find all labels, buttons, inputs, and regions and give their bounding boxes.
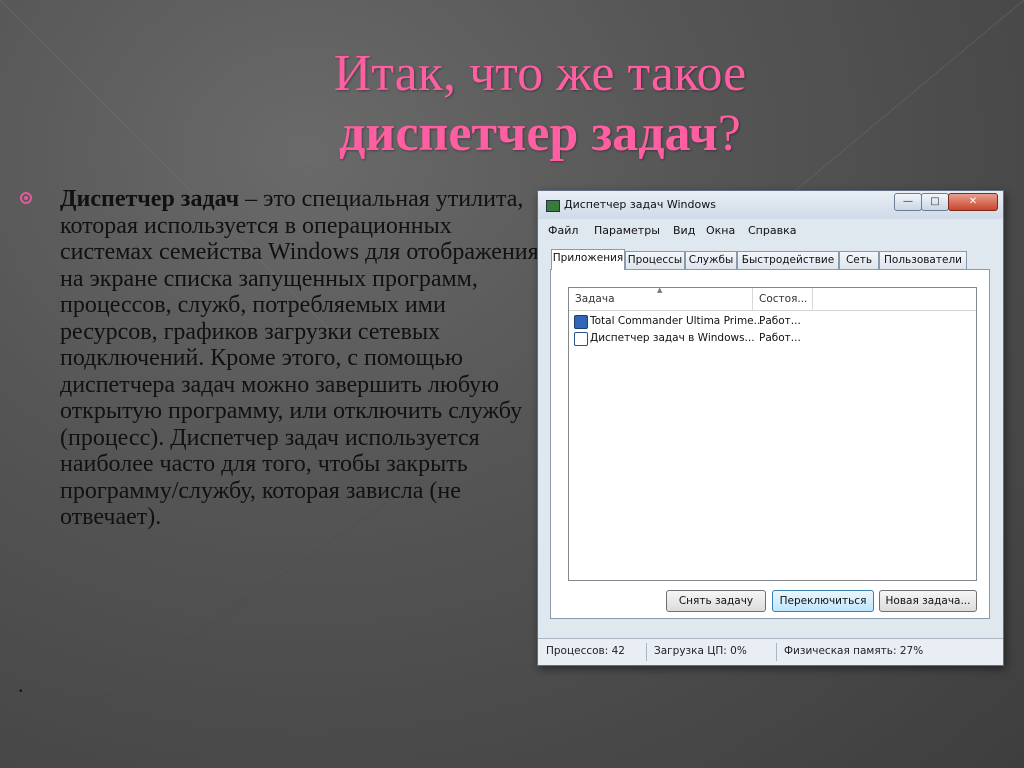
document-icon	[574, 332, 588, 346]
switch-to-button[interactable]: Переключиться	[772, 590, 874, 612]
end-task-button[interactable]: Снять задачу	[666, 590, 766, 612]
tab-network[interactable]: Сеть	[839, 251, 879, 269]
minimize-button[interactable]: —	[894, 193, 922, 211]
bullet-icon	[20, 192, 32, 204]
task-list[interactable]: ▲ Задача Состоя... Total Commander Ultim…	[568, 286, 977, 581]
footer-dot: .	[18, 672, 24, 697]
task-manager-window: Диспетчер задач Windows — □ ✕ Файл Парам…	[537, 190, 1004, 666]
slide-title: Итак, что же такое диспетчер задач?	[240, 44, 840, 164]
menu-help[interactable]: Справка	[748, 224, 796, 237]
status-divider	[646, 643, 647, 661]
tab-services[interactable]: Службы	[685, 251, 737, 269]
close-button[interactable]: ✕	[948, 193, 998, 211]
row-status: Работ...	[759, 315, 801, 327]
total-commander-icon	[574, 315, 588, 329]
bullet-bold-term: Диспетчер задач	[60, 186, 240, 212]
tab-applications[interactable]: Приложения	[551, 249, 625, 270]
row-task-name: Диспетчер задач в Windows...	[590, 332, 755, 344]
maximize-button[interactable]: □	[921, 193, 949, 211]
list-header: ▲ Задача Состоя...	[569, 286, 976, 311]
new-task-button[interactable]: Новая задача...	[879, 590, 977, 612]
row-task-name: Total Commander Ultima Prime...	[590, 315, 764, 327]
menu-file[interactable]: Файл	[548, 224, 578, 237]
status-processes: Процессов: 42	[546, 645, 625, 657]
column-header-task[interactable]: Задача	[575, 288, 751, 310]
task-manager-icon	[546, 200, 560, 212]
column-divider[interactable]	[812, 288, 813, 310]
column-header-status[interactable]: Состоя...	[759, 288, 811, 310]
applications-panel: ▲ Задача Состоя... Total Commander Ultim…	[550, 269, 990, 619]
tab-performance[interactable]: Быстродействие	[737, 251, 839, 269]
status-memory: Физическая память: 27%	[784, 645, 924, 657]
window-titlebar[interactable]: Диспетчер задач Windows — □ ✕	[538, 191, 1003, 219]
bullet-description: – это специальная утилита, которая испол…	[60, 186, 539, 530]
bullet-text: Диспетчер задач – это специальная утилит…	[60, 186, 540, 531]
menu-view[interactable]: Вид	[673, 224, 695, 237]
window-title: Диспетчер задач Windows	[564, 198, 716, 211]
status-cpu: Загрузка ЦП: 0%	[654, 645, 747, 657]
title-question: ?	[717, 105, 741, 162]
tab-users[interactable]: Пользователи	[879, 251, 967, 269]
tab-processes[interactable]: Процессы	[625, 251, 685, 269]
title-line2: диспетчер задач?	[240, 104, 840, 164]
menu-options[interactable]: Параметры	[594, 224, 660, 237]
table-row[interactable]: Total Commander Ultima Prime... Работ...	[569, 313, 976, 330]
title-bold: диспетчер задач	[339, 105, 718, 162]
title-line1: Итак, что же такое	[333, 45, 747, 102]
status-divider	[776, 643, 777, 661]
status-bar: Процессов: 42 Загрузка ЦП: 0% Физическая…	[538, 638, 1003, 665]
table-row[interactable]: Диспетчер задач в Windows... Работ...	[569, 330, 976, 347]
row-status: Работ...	[759, 332, 801, 344]
column-divider[interactable]	[752, 288, 753, 310]
menu-bar: Файл Параметры Вид Окна Справка	[538, 221, 1003, 239]
menu-windows[interactable]: Окна	[706, 224, 735, 237]
